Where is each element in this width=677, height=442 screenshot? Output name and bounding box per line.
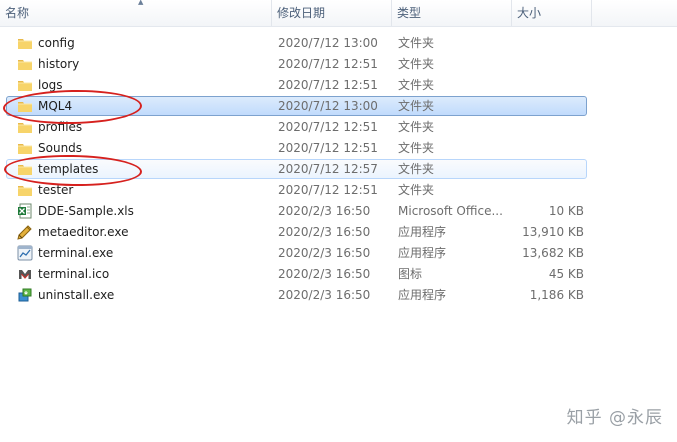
file-type: Microsoft Office... [398,204,503,218]
file-row-mql4[interactable]: MQL4 2020/7/12 13:00 文件夹 [6,96,587,116]
file-size [498,139,584,157]
column-header-bar: 名称 ▲ 修改日期 类型 大小 [0,0,677,27]
file-row-uninstall-exe[interactable]: uninstall.exe 2020/2/3 16:50 应用程序 1,186 … [6,285,587,305]
file-size [498,97,584,115]
file-size: 13,910 KB [522,225,584,239]
file-date: 2020/2/3 16:50 [278,225,371,239]
excel-file-icon [17,203,35,219]
folder-icon [17,35,35,51]
file-date: 2020/2/3 16:50 [278,204,371,218]
column-header-date[interactable]: 修改日期 [272,0,392,26]
metaeditor-app-icon [17,224,35,240]
file-size [498,181,584,199]
file-date: 2020/7/12 13:00 [278,36,378,50]
file-row-logs[interactable]: logs 2020/7/12 12:51 文件夹 [6,75,587,95]
watermark: 知乎 @永辰 [566,408,663,428]
file-size: 10 KB [548,204,584,218]
file-type: 应用程序 [398,246,447,260]
file-date: 2020/2/3 16:50 [278,267,371,281]
file-date: 2020/7/12 12:51 [278,183,378,197]
file-date: 2020/2/3 16:50 [278,246,371,260]
file-row-history[interactable]: history 2020/7/12 12:51 文件夹 [6,54,587,74]
file-size [498,55,584,73]
metatrader-logo-icon [17,266,35,282]
file-date: 2020/7/12 12:51 [278,78,378,92]
folder-icon [17,77,35,93]
column-header-type-label: 类型 [397,6,422,20]
file-date: 2020/7/12 12:51 [278,120,378,134]
file-name: config [38,36,75,50]
file-name: Sounds [38,141,83,155]
file-size [498,76,584,94]
file-size [498,160,584,178]
file-type: 文件夹 [398,36,435,50]
folder-icon [17,98,35,114]
file-type: 文件夹 [398,57,435,71]
file-type: 文件夹 [398,120,435,134]
file-row-terminal-ico[interactable]: terminal.ico 2020/2/3 16:50 图标 45 KB [6,264,587,284]
file-type: 文件夹 [398,183,435,197]
file-size [498,118,584,136]
file-type: 图标 [398,267,423,281]
file-name: uninstall.exe [38,288,115,302]
file-size: 13,682 KB [522,246,584,260]
folder-icon [17,119,35,135]
folder-icon [17,140,35,156]
column-header-name-label: 名称 [5,6,30,20]
file-name: DDE-Sample.xls [38,204,134,218]
folder-icon [17,161,35,177]
column-header-date-label: 修改日期 [277,6,326,20]
file-size [498,34,584,52]
file-name: terminal.exe [38,246,114,260]
file-name: tester [38,183,74,197]
file-name: templates [38,162,99,176]
file-date: 2020/7/12 13:00 [278,99,378,113]
column-header-name[interactable]: 名称 ▲ [0,0,272,26]
file-type: 文件夹 [398,99,435,113]
file-size: 45 KB [548,267,584,281]
file-row-metaeditor-exe[interactable]: metaeditor.exe 2020/2/3 16:50 应用程序 13,91… [6,222,587,242]
file-type: 应用程序 [398,288,447,302]
column-header-type[interactable]: 类型 [392,0,512,26]
file-row-profiles[interactable]: profiles 2020/7/12 12:51 文件夹 [6,117,587,137]
file-date: 2020/7/12 12:51 [278,57,378,71]
file-name: logs [38,78,63,92]
file-row-templates[interactable]: templates 2020/7/12 12:57 文件夹 [6,159,587,179]
file-row-sounds[interactable]: Sounds 2020/7/12 12:51 文件夹 [6,138,587,158]
folder-icon [17,56,35,72]
file-date: 2020/7/12 12:57 [278,162,378,176]
file-row-dde-sample-xls[interactable]: DDE-Sample.xls 2020/2/3 16:50 Microsoft … [6,201,587,221]
file-name: profiles [38,120,83,134]
file-name: history [38,57,80,71]
file-name: terminal.ico [38,267,110,281]
file-date: 2020/7/12 12:51 [278,141,378,155]
file-name: metaeditor.exe [38,225,129,239]
file-name: MQL4 [38,99,73,113]
column-header-size-label: 大小 [517,6,542,20]
file-row-tester[interactable]: tester 2020/7/12 12:51 文件夹 [6,180,587,200]
sort-ascending-icon: ▲ [138,0,144,6]
file-size: 1,186 KB [529,288,584,302]
file-type: 文件夹 [398,78,435,92]
file-type: 应用程序 [398,225,447,239]
file-row-terminal-exe[interactable]: terminal.exe 2020/2/3 16:50 应用程序 13,682 … [6,243,587,263]
file-row-config[interactable]: config 2020/7/12 13:00 文件夹 [6,33,587,53]
file-type: 文件夹 [398,162,435,176]
column-header-size[interactable]: 大小 [512,0,592,26]
file-date: 2020/2/3 16:50 [278,288,371,302]
file-type: 文件夹 [398,141,435,155]
terminal-app-icon [17,245,35,261]
uninstall-app-icon [17,287,35,303]
folder-icon [17,182,35,198]
